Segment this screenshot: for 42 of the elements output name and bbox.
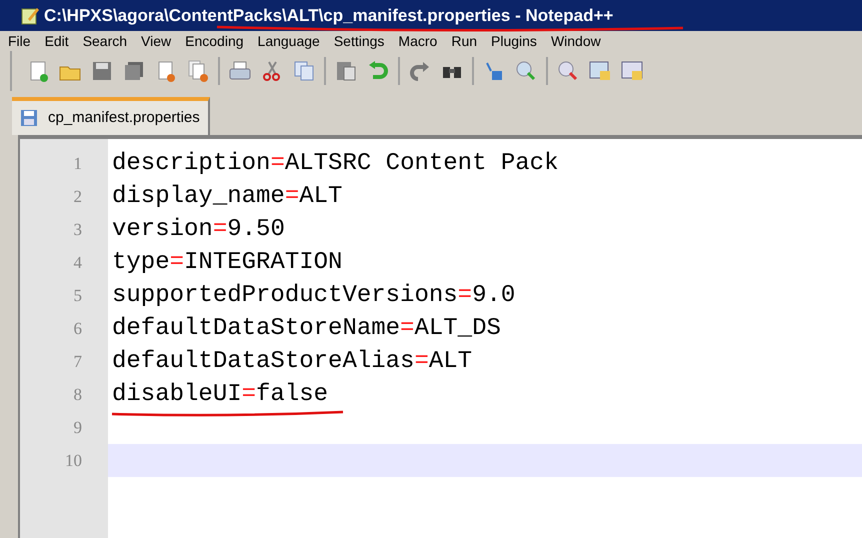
- code-line: display_name=ALT: [112, 182, 342, 212]
- window-icon[interactable]: [588, 59, 612, 83]
- line-number: 4: [72, 252, 83, 274]
- line-number: 6: [72, 318, 83, 340]
- close-all-icon[interactable]: [186, 59, 210, 83]
- menu-item[interactable]: Search: [76, 30, 134, 52]
- paste-icon[interactable]: [334, 59, 358, 83]
- code-line: version=9.50: [112, 215, 285, 245]
- notepad-icon: [20, 6, 40, 26]
- line-number: 3: [72, 219, 83, 241]
- line-number: 10: [64, 450, 83, 472]
- menu-item[interactable]: Plugins: [485, 30, 543, 52]
- menu-item[interactable]: Language: [252, 30, 326, 52]
- code-line: supportedProductVersions=9.0: [112, 281, 516, 311]
- window-title: C:\HPXS\agora\ContentPacks\ALT\cp_manifest.properties - Notepad++: [44, 4, 614, 27]
- menu-item[interactable]: Window: [544, 30, 607, 52]
- save-icon: [20, 109, 38, 127]
- line-number: 2: [72, 186, 83, 208]
- menu-item[interactable]: Run: [445, 30, 484, 52]
- line-number: 5: [72, 285, 83, 307]
- line-number: 8: [72, 384, 83, 406]
- menu-item[interactable]: Encoding: [179, 30, 250, 52]
- code-line: description=ALTSRC Content Pack: [112, 149, 558, 179]
- file-tab[interactable]: cp_manifest.properties: [12, 97, 210, 135]
- menu-item[interactable]: View: [135, 30, 178, 52]
- copy-icon[interactable]: [292, 59, 316, 83]
- line-number: 7: [72, 351, 83, 373]
- menu-item[interactable]: Settings: [328, 30, 390, 52]
- code-line: disableUI=false: [112, 380, 328, 410]
- code-line: type=INTEGRATION: [112, 248, 342, 278]
- save-icon[interactable]: [90, 59, 114, 83]
- zoom-out-icon[interactable]: [556, 59, 580, 83]
- code-line: defaultDataStoreAlias=ALT: [112, 347, 472, 377]
- menu-item[interactable]: File: [2, 30, 37, 52]
- code-line: defaultDataStoreName=ALT_DS: [112, 314, 501, 344]
- menu-item[interactable]: Edit: [38, 30, 75, 52]
- save-all-icon[interactable]: [122, 59, 146, 83]
- window-icon[interactable]: [620, 59, 644, 83]
- line-number: 1: [72, 153, 83, 175]
- zoom-in-icon[interactable]: [514, 59, 538, 83]
- menu-item[interactable]: Macro: [392, 30, 444, 52]
- line-number: 9: [72, 417, 83, 439]
